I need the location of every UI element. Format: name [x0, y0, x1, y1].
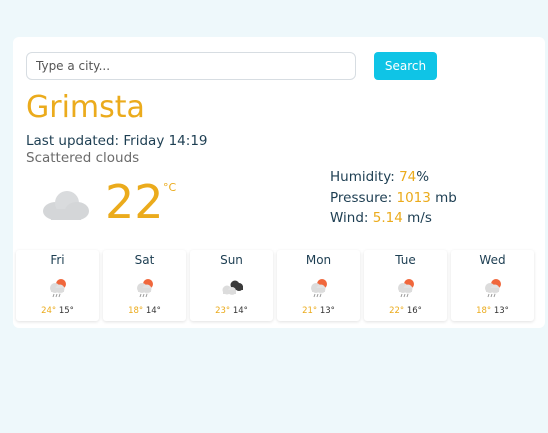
forecast-high: 22°	[389, 306, 405, 316]
humidity-unit: %	[416, 169, 430, 185]
forecast-high: 24°	[41, 306, 57, 316]
forecast-high: 18°	[128, 306, 144, 316]
weather-card: Search Grimsta Last updated: Friday 14:1…	[13, 37, 545, 328]
forecast-temps: 22° 16°	[364, 306, 447, 316]
forecast-day-name: Fri	[50, 253, 65, 267]
forecast-low: 13°	[319, 306, 335, 316]
forecast-day: Tue 22° 16°	[364, 250, 447, 321]
forecast-day: Fri 24° 15°	[16, 250, 99, 321]
humidity-label: Humidity:	[330, 169, 400, 185]
forecast-low: 15°	[58, 306, 74, 316]
forecast-temps: 23° 14°	[190, 306, 273, 316]
forecast-day: Sat 18° 14°	[103, 250, 186, 321]
sun-rain-icon	[311, 279, 327, 298]
forecast-low: 16°	[406, 306, 422, 316]
forecast-temps: 24° 15°	[16, 306, 99, 316]
forecast-high: 18°	[476, 306, 492, 316]
last-updated: Last updated: Friday 14:19	[26, 133, 208, 149]
wind-value: 5.14	[372, 210, 403, 226]
forecast-temps: 18° 14°	[103, 306, 186, 316]
humidity-value: 74	[399, 169, 417, 185]
forecast-day-name: Tue	[395, 253, 416, 267]
sun-rain-icon	[398, 279, 414, 298]
weather-description: Scattered clouds	[26, 150, 140, 166]
forecast-low: 14°	[232, 306, 248, 316]
forecast-day: Mon 21° 13°	[277, 250, 360, 321]
temperature-unit: °C	[163, 181, 177, 194]
forecast-day: Wed 18° 13°	[451, 250, 534, 321]
pressure-row: Pressure: 1013 mb	[330, 188, 457, 209]
search-bar: Search	[26, 52, 532, 80]
forecast-low: 14°	[145, 306, 161, 316]
forecast-day-name: Wed	[479, 253, 506, 267]
wind-unit: m/s	[402, 210, 432, 226]
sun-rain-icon	[137, 279, 153, 298]
forecast-day: Sun 23° 14°	[190, 250, 273, 321]
forecast-day-name: Mon	[305, 253, 332, 267]
forecast-day-name: Sat	[134, 253, 155, 267]
cloud-icon	[43, 191, 89, 220]
wind-row: Wind: 5.14 m/s	[330, 208, 457, 229]
forecast-high: 23°	[215, 306, 231, 316]
sun-rain-icon	[50, 279, 66, 298]
forecast-row: Fri 24° 15° Sat 18° 14° Sun 23° 14° Mon …	[16, 250, 542, 321]
forecast-temps: 18° 13°	[451, 306, 534, 316]
broken-clouds-icon	[222, 280, 243, 295]
pressure-value: 1013	[396, 189, 431, 206]
city-search-input[interactable]	[26, 52, 356, 80]
forecast-day-name: Sun	[220, 253, 243, 267]
forecast-temps: 21° 13°	[277, 306, 360, 316]
forecast-low: 13°	[493, 306, 509, 316]
pressure-unit: mb	[430, 189, 457, 206]
city-name: Grimsta	[26, 90, 145, 125]
current-temperature: 22	[105, 175, 164, 229]
humidity-row: Humidity: 74%	[330, 167, 457, 188]
pressure-label: Pressure:	[330, 189, 397, 206]
weather-stats: Humidity: 74% Pressure: 1013 mb Wind: 5.…	[330, 167, 457, 229]
forecast-high: 21°	[302, 306, 318, 316]
sun-rain-icon	[485, 279, 501, 298]
search-button[interactable]: Search	[374, 52, 437, 80]
wind-label: Wind:	[330, 210, 373, 226]
